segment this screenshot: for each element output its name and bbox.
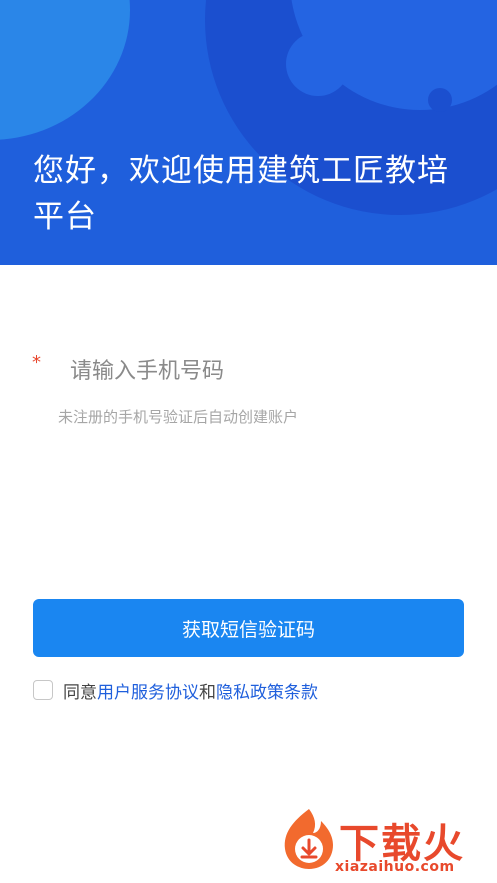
decor-dot-large <box>286 32 350 96</box>
decor-dot-small <box>428 88 452 112</box>
login-page: 您好，欢迎使用建筑工匠教培平台 * 未注册的手机号验证后自动创建账户 获取短信验… <box>0 0 497 883</box>
flame-logo-icon <box>284 809 333 869</box>
page-title: 您好，欢迎使用建筑工匠教培平台 <box>33 153 449 235</box>
user-agreement-link[interactable]: 用户服务协议 <box>97 678 199 703</box>
header-banner: 您好，欢迎使用建筑工匠教培平台 <box>0 0 497 265</box>
phone-input[interactable] <box>58 348 458 394</box>
required-mark: * <box>32 352 41 373</box>
agreement-prefix: 同意 <box>63 682 97 703</box>
agreement-conjunction: 和 <box>199 682 216 703</box>
phone-hint: 未注册的手机号验证后自动创建账户 <box>58 408 299 426</box>
privacy-policy-link[interactable]: 隐私政策条款 <box>216 678 318 703</box>
agreement-checkbox[interactable] <box>33 680 53 700</box>
decor-circle-left <box>0 0 130 140</box>
watermark-domain: xiazaihuo.com <box>335 859 455 875</box>
agreement-row: 同意 用户服务协议 和 隐私政策条款 <box>33 678 318 703</box>
get-sms-code-button[interactable]: 获取短信验证码 <box>33 599 464 657</box>
watermark: 下载火 xiazaihuo.com <box>279 807 489 877</box>
